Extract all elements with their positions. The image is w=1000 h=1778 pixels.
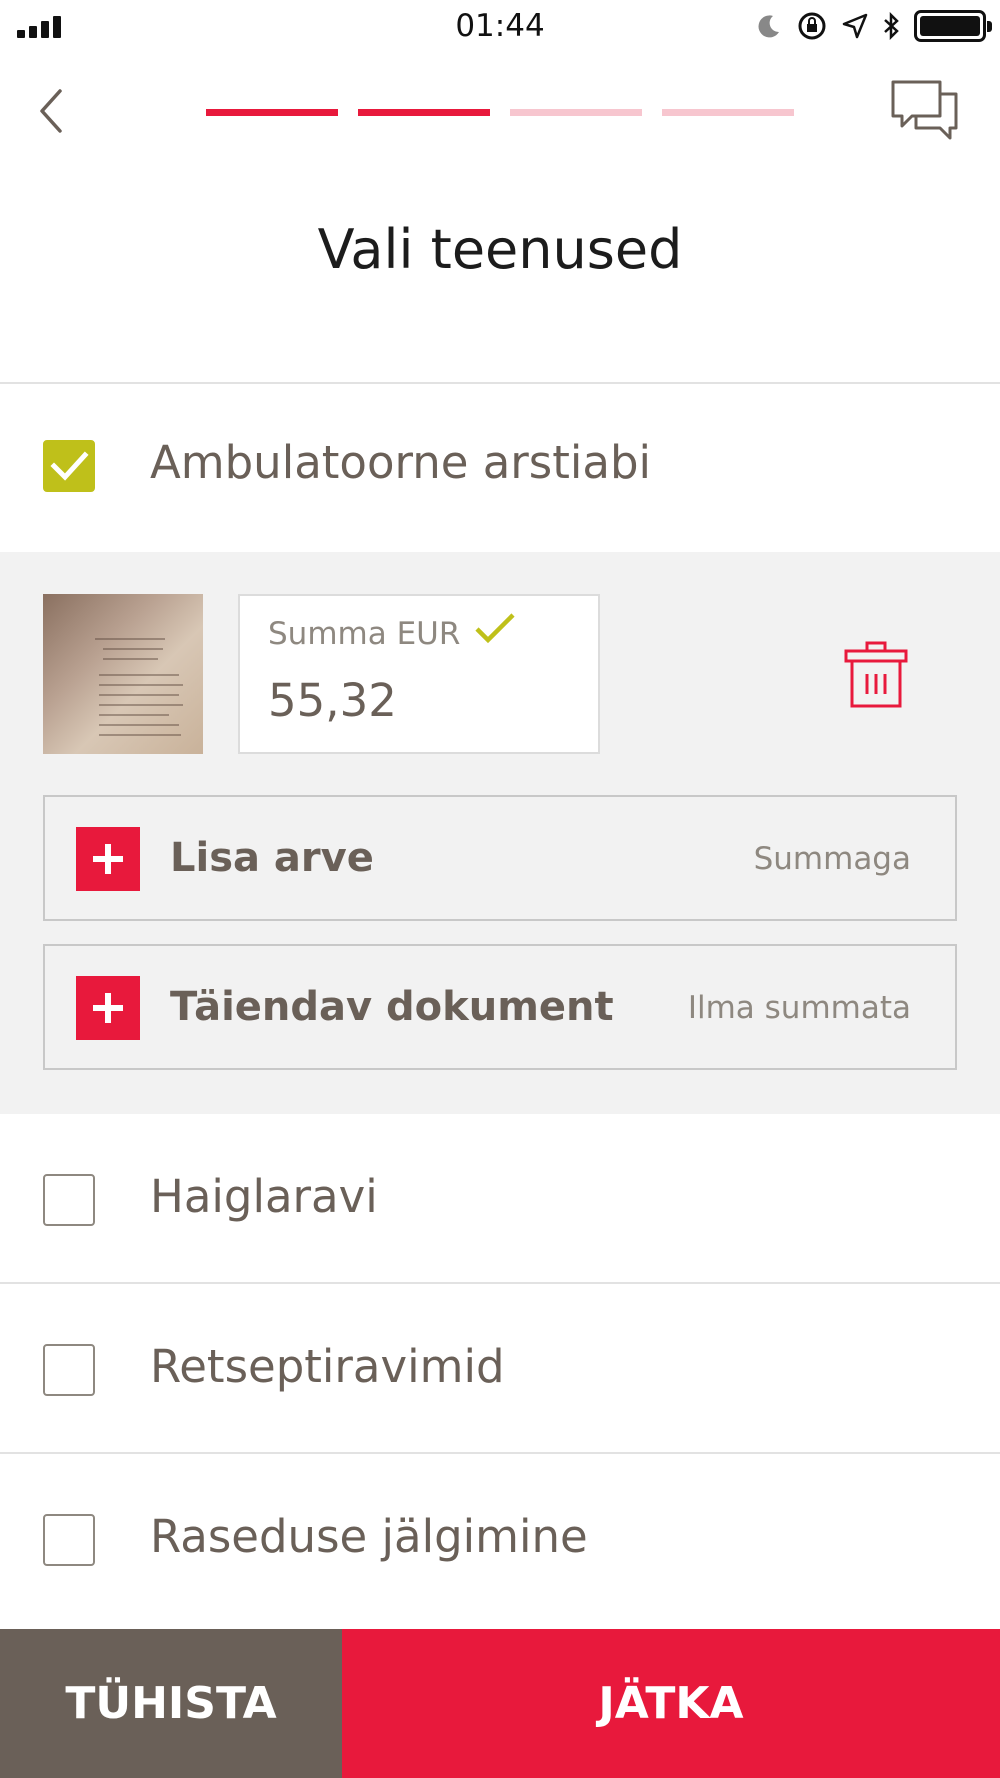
orientation-lock-icon <box>798 12 826 40</box>
top-nav <box>0 70 1000 160</box>
chat-button[interactable] <box>890 78 962 144</box>
continue-button[interactable]: JÄTKA <box>342 1629 1000 1778</box>
moon-icon <box>758 15 779 38</box>
divider <box>0 1282 1000 1284</box>
add-document-button[interactable]: Täiendav dokument Ilma summata <box>43 944 957 1070</box>
checkmark-icon <box>475 613 515 644</box>
add-document-label: Täiendav dokument <box>170 984 614 1030</box>
status-icons <box>756 10 992 42</box>
service-label: Raseduse jälgimine <box>150 1510 588 1563</box>
add-invoice-label: Lisa arve <box>170 835 374 881</box>
bluetooth-icon <box>884 12 899 40</box>
checkbox-checked[interactable] <box>43 440 95 492</box>
service-label: Retseptiravimid <box>150 1340 505 1393</box>
add-invoice-hint: Summaga <box>753 841 911 877</box>
add-document-hint: Ilma summata <box>687 990 911 1026</box>
amount-label: Summa EUR <box>268 616 461 652</box>
amount-value: 55,32 <box>268 674 397 727</box>
progress-step <box>358 109 490 116</box>
amount-field[interactable]: Summa EUR 55,32 <box>238 594 600 754</box>
checkbox[interactable] <box>43 1174 95 1226</box>
divider <box>0 382 1000 384</box>
chevron-left-icon <box>40 89 62 133</box>
progress-step <box>206 109 338 116</box>
plus-icon <box>76 827 140 891</box>
checkmark-icon <box>50 451 89 481</box>
add-invoice-button[interactable]: Lisa arve Summaga <box>43 795 957 921</box>
battery-icon <box>914 10 992 42</box>
bottom-action-bar: TÜHISTA JÄTKA <box>0 1629 1000 1778</box>
page-title: Vali teenused <box>317 218 683 281</box>
chat-bubbles-icon <box>891 80 958 140</box>
progress-step <box>662 109 794 116</box>
step-progress <box>206 109 794 116</box>
delete-invoice-button[interactable] <box>843 640 909 710</box>
invoice-photo-thumbnail[interactable] <box>43 594 203 754</box>
plus-icon <box>76 976 140 1040</box>
service-label: Haiglaravi <box>150 1170 378 1223</box>
back-button[interactable] <box>30 85 80 135</box>
service-label: Ambulatoorne arstiabi <box>150 436 652 489</box>
progress-step <box>510 109 642 116</box>
trash-icon <box>844 641 908 708</box>
location-icon <box>842 13 868 39</box>
divider <box>0 1452 1000 1454</box>
checkbox[interactable] <box>43 1514 95 1566</box>
status-bar: 01:44 <box>0 0 1000 56</box>
checkbox[interactable] <box>43 1344 95 1396</box>
cancel-button[interactable]: TÜHISTA <box>0 1629 342 1778</box>
